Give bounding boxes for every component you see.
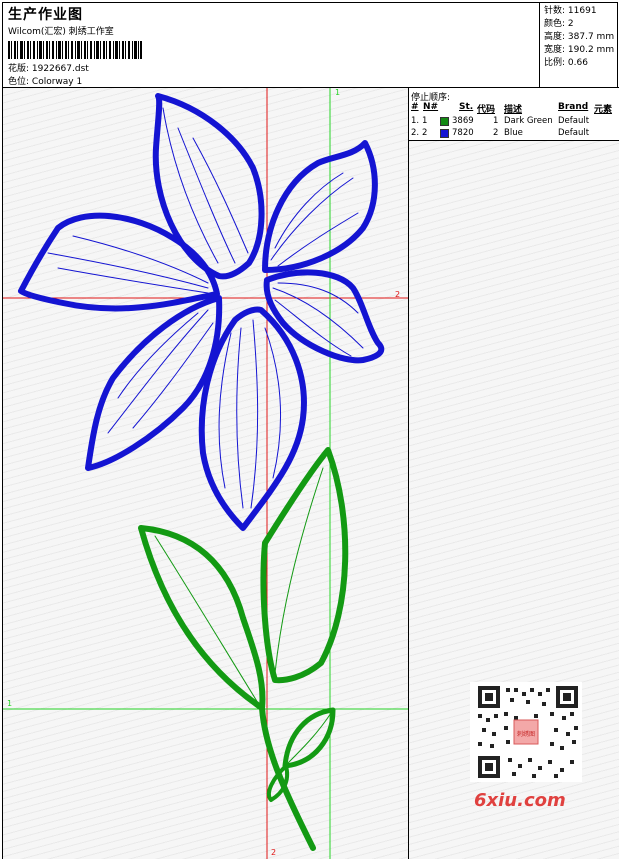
left-petal — [18, 212, 220, 312]
design-height-label: 高度: — [544, 32, 566, 42]
production-worksheet: 生产作业图 Wilcom(汇宏) 刺绣工作室 花版: 1922667.dst 色… — [0, 0, 620, 861]
colorway-label: 色位: — [8, 77, 30, 87]
bottom-red-guide-label: 2 — [271, 848, 277, 857]
flower-petals — [18, 93, 385, 531]
row-stitches: 3869 — [452, 116, 474, 126]
column-header-number: N# — [423, 102, 439, 112]
design-scale-label: 比例: — [544, 58, 566, 68]
thread-color-swatch — [440, 117, 449, 126]
upper-right-petal — [262, 140, 378, 273]
small-leaf — [282, 707, 336, 769]
color-count-label: 颜色: — [544, 19, 566, 29]
design-stats: 针数: 11691 颜色: 2 高度: 387.7 mm 宽度: 190.2 m… — [539, 3, 619, 87]
colorway-value: Colorway 1 — [31, 77, 83, 87]
studio-name: Wilcom(汇宏) 刺绣工作室 — [8, 27, 114, 37]
column-header-brand: Brand — [558, 102, 589, 112]
design-scale-value: 0.66 — [567, 58, 588, 68]
column-header-elements: 元素 — [594, 105, 613, 115]
design-height-value: 387.7 mm — [567, 32, 615, 42]
stitch-count-label: 针数: — [544, 6, 566, 16]
color-count-value: 2 — [567, 19, 574, 29]
row-stitches: 7820 — [452, 128, 474, 138]
column-header-description: 描述 — [504, 105, 523, 115]
row-description: Blue — [504, 128, 523, 138]
design-scale: 比例: 0.66 — [544, 57, 614, 70]
left-green-guide-label: 1 — [7, 699, 13, 708]
stitch-count: 针数: 11691 — [544, 5, 614, 18]
column-header-code: 代码 — [477, 105, 496, 115]
qr-code-image: 刺绣图 — [470, 682, 582, 782]
color-count: 颜色: 2 — [544, 18, 614, 31]
top-green-guide-label: 1 — [335, 88, 341, 97]
right-red-guide-label: 2 — [395, 290, 401, 299]
stitch-count-value: 11691 — [567, 6, 597, 16]
row-description: Dark Green — [504, 116, 553, 126]
design-height: 高度: 387.7 mm — [544, 31, 614, 44]
column-header-index: # — [411, 102, 419, 112]
design-width: 宽度: 190.2 mm — [544, 44, 614, 57]
design-width-value: 190.2 mm — [567, 45, 615, 55]
qr-badge-text: 刺绣图 — [517, 730, 535, 738]
design-width-label: 宽度: — [544, 45, 566, 55]
colorway-line: 色位: Colorway 1 — [8, 74, 82, 87]
design-file-line: 花版: 1922667.dst — [8, 61, 89, 74]
row-brand: Default — [558, 116, 590, 126]
table-row: 1. 1 3869 1 Dark Green Default — [409, 116, 619, 128]
row-code: 2 — [493, 128, 499, 138]
row-code: 1 — [493, 116, 499, 126]
row-number: 2 — [422, 128, 428, 138]
row-index: 1. — [411, 116, 420, 126]
upper-right-petal-veins — [270, 172, 359, 267]
qr-code: 刺绣图 — [470, 682, 582, 782]
right-petal — [263, 269, 385, 364]
column-header-stitches: St. — [459, 102, 474, 112]
row-brand: Default — [558, 128, 590, 138]
embroidery-design — [3, 88, 408, 859]
right-leaf-vein — [274, 467, 324, 674]
header-info: 生产作业图 Wilcom(汇宏) 刺绣工作室 花版: 1922667.dst 色… — [3, 3, 537, 87]
barcode-image — [8, 41, 142, 59]
page-title: 生产作业图 — [8, 7, 83, 23]
stem-and-leaves — [138, 447, 349, 851]
thread-color-swatch — [440, 129, 449, 138]
design-label: 花版: — [8, 64, 30, 74]
table-row: 2. 2 7820 2 Blue Default — [409, 128, 619, 140]
bottom-petal-veins — [218, 319, 282, 509]
design-file: 1922667.dst — [31, 64, 89, 74]
row-number: 1 — [422, 116, 428, 126]
watermark-logo: 6xiu.com — [474, 790, 566, 811]
design-preview: 1 2 1 2 — [3, 88, 408, 859]
row-index: 2. — [411, 128, 420, 138]
top-petal — [152, 93, 265, 280]
